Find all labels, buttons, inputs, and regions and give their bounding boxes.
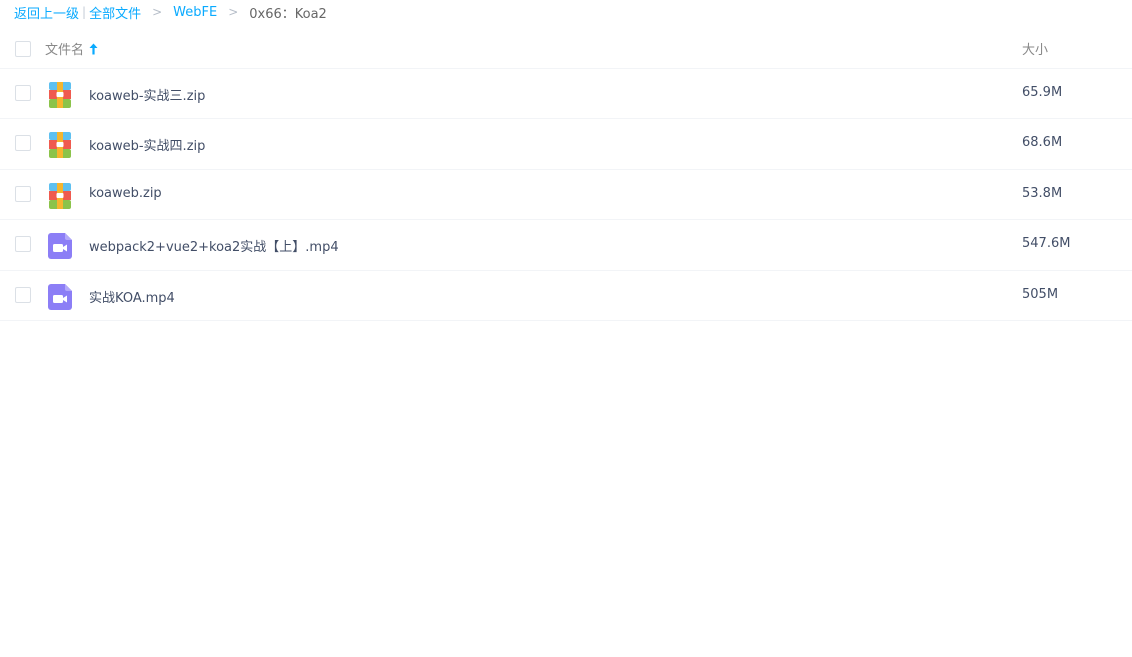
zip-file-icon	[49, 132, 71, 158]
all-files-link[interactable]: 全部文件	[89, 3, 141, 22]
table-row[interactable]: koaweb.zip 53.8M	[0, 170, 1132, 220]
video-file-icon	[48, 233, 72, 259]
table-row[interactable]: koaweb-实战四.zip 68.6M	[0, 119, 1132, 170]
video-file-icon	[48, 284, 72, 310]
size-column-label: 大小	[1022, 43, 1049, 58]
folder-link-webfe[interactable]: WebFE	[173, 5, 217, 20]
breadcrumb-separator: >	[152, 5, 163, 19]
table-row[interactable]: koaweb-实战三.zip 65.9M	[0, 69, 1132, 119]
name-column-label: 文件名	[45, 43, 85, 58]
file-name-link[interactable]: koaweb.zip	[89, 186, 162, 201]
current-folder: 0x66：Koa2	[249, 6, 327, 22]
file-name-link[interactable]: 实战KOA.mp4	[89, 287, 175, 306]
sort-up-arrow-icon	[89, 43, 98, 54]
table-row[interactable]: 实战KOA.mp4 505M	[0, 271, 1132, 321]
breadcrumb: 返回上一级 | 全部文件 > WebFE > 0x66：Koa2	[14, 3, 327, 22]
row-checkbox[interactable]	[15, 236, 31, 252]
row-checkbox[interactable]	[15, 287, 31, 303]
row-checkbox[interactable]	[15, 135, 31, 151]
file-name-link[interactable]: webpack2+vue2+koa2实战【上】.mp4	[89, 236, 339, 255]
file-size: 68.6M	[1022, 135, 1063, 150]
select-all-checkbox[interactable]	[15, 41, 31, 57]
file-size: 53.8M	[1022, 186, 1063, 201]
file-size: 65.9M	[1022, 85, 1063, 100]
file-browser: 返回上一级 | 全部文件 > WebFE > 0x66：Koa2 文件名 大小	[0, 0, 1132, 657]
sort-by-name-header[interactable]: 文件名	[45, 39, 98, 58]
file-size: 505M	[1022, 287, 1059, 302]
breadcrumb-separator: >	[228, 5, 239, 19]
list-header: 文件名 大小	[0, 29, 1132, 69]
table-row[interactable]: webpack2+vue2+koa2实战【上】.mp4 547.6M	[0, 220, 1132, 271]
breadcrumb-pipe: |	[82, 5, 87, 19]
row-checkbox[interactable]	[15, 85, 31, 101]
back-link[interactable]: 返回上一级	[14, 3, 79, 22]
zip-file-icon	[49, 82, 71, 108]
zip-file-icon	[49, 183, 71, 209]
file-name-link[interactable]: koaweb-实战四.zip	[89, 135, 205, 154]
file-name-link[interactable]: koaweb-实战三.zip	[89, 85, 205, 104]
file-size: 547.6M	[1022, 236, 1071, 251]
file-list: koaweb-实战三.zip 65.9M koaweb-实战四.zip 68.6…	[0, 69, 1132, 321]
row-checkbox[interactable]	[15, 186, 31, 202]
